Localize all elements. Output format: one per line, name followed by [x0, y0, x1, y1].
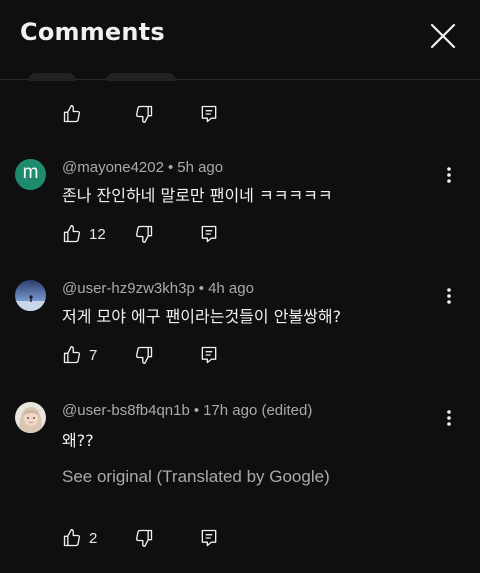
- thumbs-down-icon: [135, 225, 153, 243]
- thumbs-down-icon: [135, 105, 153, 124]
- thumbs-up-icon: [63, 225, 81, 243]
- dislike-button[interactable]: [134, 222, 154, 246]
- thumbs-up-icon: [63, 529, 81, 547]
- reply-button[interactable]: [199, 343, 219, 367]
- reply-icon: [201, 225, 217, 243]
- comment-actions: 7: [62, 343, 262, 367]
- comment-time: 5h ago: [177, 159, 224, 176]
- comment-actions: [62, 102, 262, 126]
- reply-button[interactable]: [199, 102, 219, 126]
- reply-button[interactable]: [199, 526, 219, 550]
- like-button[interactable]: 2: [62, 526, 97, 550]
- comment-author[interactable]: @user-bs8fb4qn1b: [62, 402, 190, 419]
- reply-icon: [201, 346, 217, 364]
- dislike-button[interactable]: [134, 102, 154, 126]
- thumbs-down-icon: [135, 529, 153, 547]
- avatar[interactable]: [15, 280, 46, 311]
- thumbs-up-icon: [63, 346, 81, 364]
- like-button[interactable]: 12: [62, 222, 106, 246]
- like-count: 12: [89, 225, 106, 243]
- comment-text: 저게 모야 에구 팬이라는것들이 안불쌍해?: [62, 307, 342, 326]
- panel-title: Comments: [20, 18, 165, 46]
- comment-meta: @user-hz9zw3kh3p • 4h ago: [62, 280, 254, 297]
- like-count: 7: [89, 346, 98, 364]
- thumbs-up-icon: [63, 105, 81, 123]
- thumbs-down-icon: [135, 346, 153, 364]
- comment-time: 17h ago (edited): [203, 402, 313, 419]
- avatar[interactable]: m: [15, 159, 46, 190]
- avatar[interactable]: [15, 402, 46, 433]
- comment-meta: @user-bs8fb4qn1b • 17h ago (edited): [62, 402, 313, 419]
- reply-button[interactable]: [199, 222, 219, 246]
- more-options-icon[interactable]: [440, 408, 458, 428]
- filter-chip[interactable]: [106, 73, 176, 81]
- comment-meta: @mayone4202 • 5h ago: [62, 159, 224, 176]
- dislike-button[interactable]: [134, 343, 154, 367]
- like-button[interactable]: 7: [62, 343, 97, 367]
- comment-text: 왜??: [62, 431, 94, 450]
- comment-actions: 2: [62, 526, 262, 550]
- comment-time: 4h ago: [208, 280, 254, 297]
- like-count: 2: [89, 529, 98, 547]
- see-original-link[interactable]: See original (Translated by Google): [62, 467, 330, 487]
- dislike-button[interactable]: [134, 526, 154, 550]
- avatar-letter: m: [22, 162, 39, 183]
- reply-icon: [201, 529, 217, 547]
- filter-chip[interactable]: [28, 73, 76, 81]
- close-icon[interactable]: [428, 21, 458, 51]
- comment-author[interactable]: @user-hz9zw3kh3p: [62, 280, 195, 297]
- comment-text: 존나 잔인하네 말로만 팬이네 ㅋㅋㅋㅋㅋ: [62, 186, 333, 205]
- comments-header: Comments: [0, 0, 480, 80]
- comment-author[interactable]: @mayone4202: [62, 159, 164, 176]
- reply-icon: [201, 105, 217, 123]
- more-options-icon[interactable]: [440, 165, 458, 185]
- like-button[interactable]: [62, 102, 82, 126]
- comment-actions: 12: [62, 222, 262, 246]
- more-options-icon[interactable]: [440, 286, 458, 306]
